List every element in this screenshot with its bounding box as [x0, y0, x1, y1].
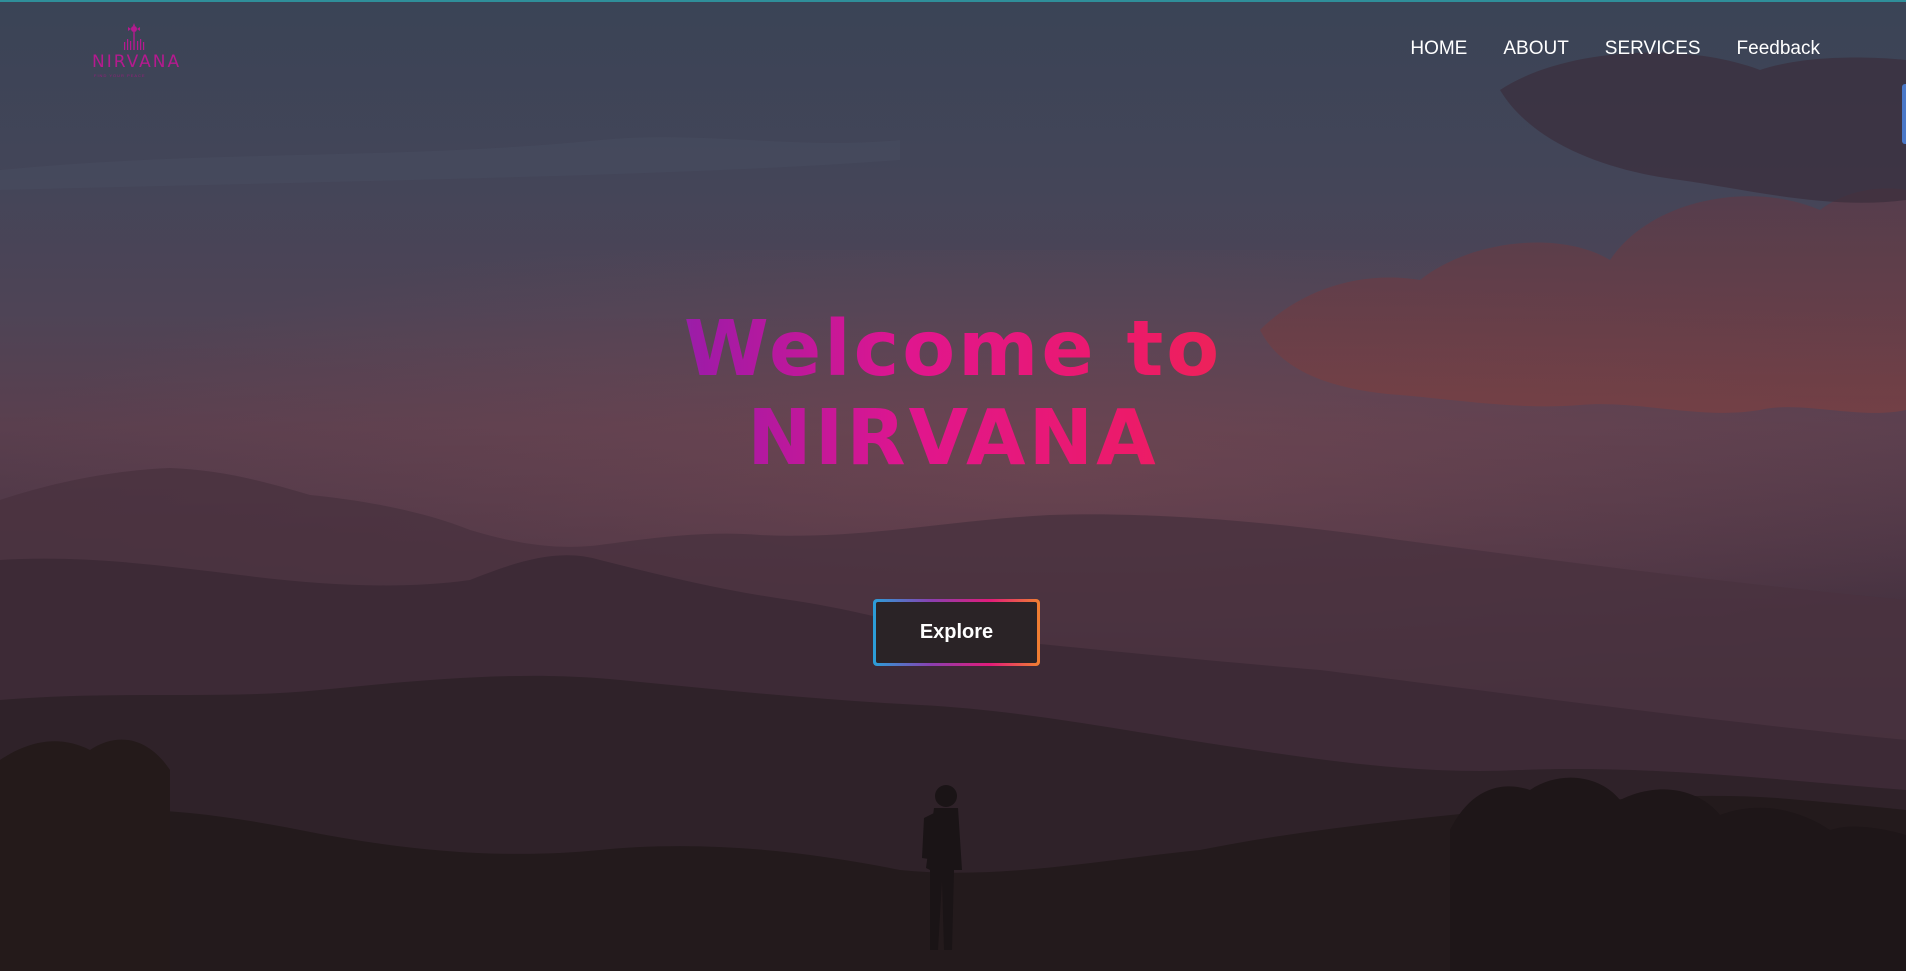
logo-tagline: FIND YOUR PEACE: [94, 73, 146, 78]
background-landscape-image: [0, 52, 1906, 971]
hero-headline: Welcome to NIRVANA: [513, 305, 1393, 483]
explore-button-label: Explore: [876, 602, 1037, 663]
lotus-logo-icon: [124, 23, 145, 50]
nav-about-link[interactable]: ABOUT: [1503, 38, 1568, 60]
nav-feedback-link[interactable]: Feedback: [1737, 38, 1820, 60]
logo-wordmark: NIRVANA: [92, 52, 182, 72]
hero-section: NIRVANA FIND YOUR PEACE HOME ABOUT SERVI…: [0, 0, 1906, 971]
site-logo[interactable]: NIRVANA FIND YOUR PEACE: [92, 22, 192, 82]
main-nav: HOME ABOUT SERVICES Feedback: [1410, 38, 1820, 60]
explore-button[interactable]: Explore: [873, 599, 1040, 666]
nav-services-link[interactable]: SERVICES: [1605, 38, 1701, 60]
nav-home-link[interactable]: HOME: [1410, 38, 1467, 60]
side-scroll-tab[interactable]: [1902, 84, 1906, 144]
